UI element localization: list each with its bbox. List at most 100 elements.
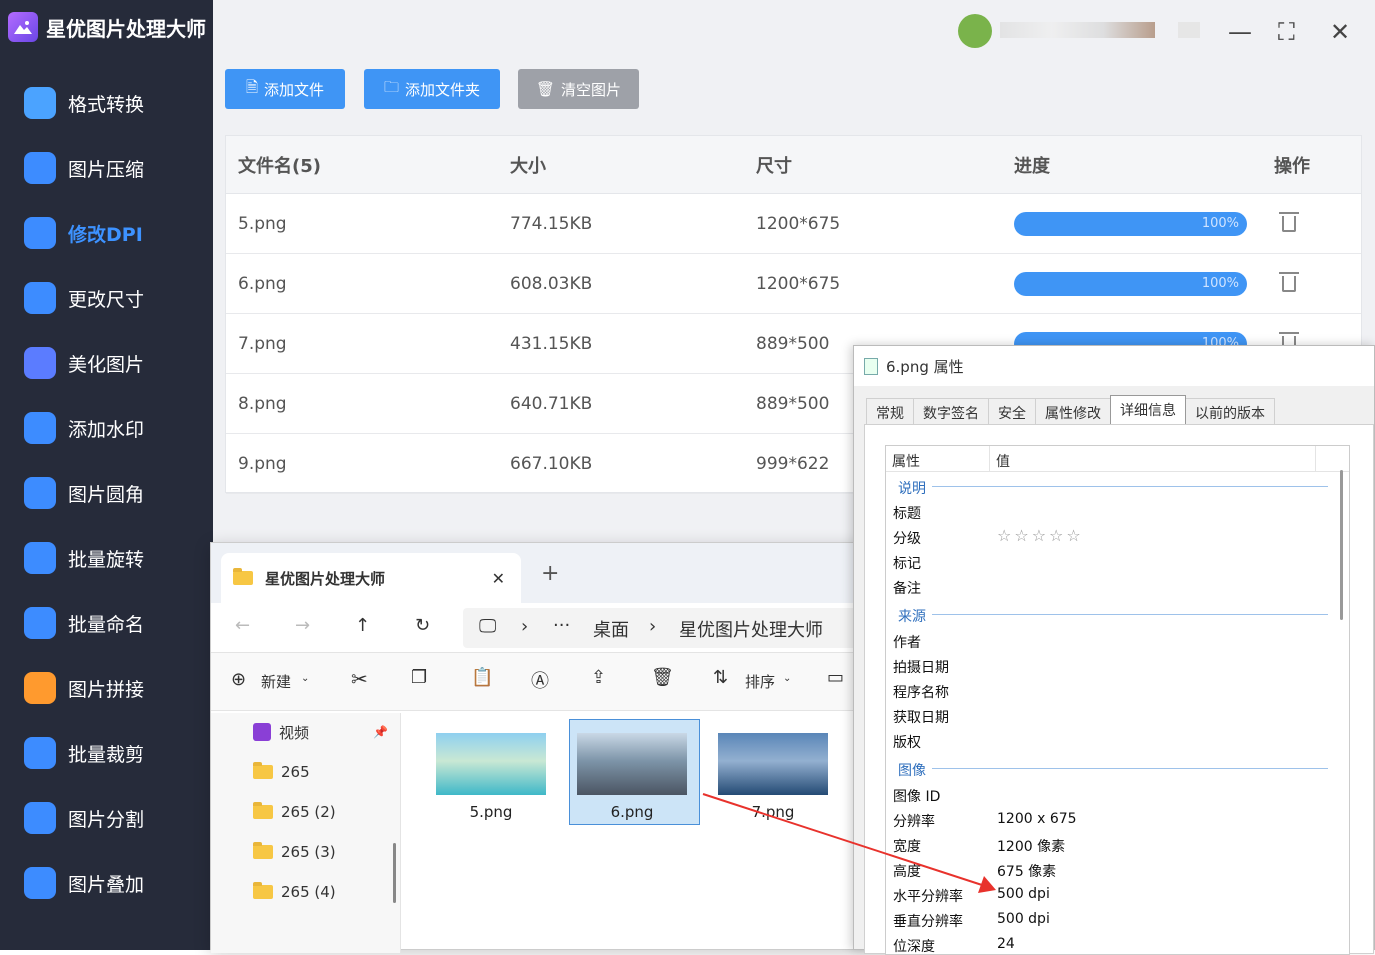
view-icon[interactable]: ▭ bbox=[827, 667, 844, 688]
refresh-icon[interactable]: ↻ bbox=[415, 615, 430, 636]
sidebar-item-2[interactable]: 修改DPI bbox=[24, 213, 143, 253]
breadcrumb-desktop[interactable]: 桌面 bbox=[593, 616, 629, 642]
prop-bit-depth: 位深度 bbox=[893, 939, 935, 955]
copy-icon[interactable]: ❐ bbox=[411, 667, 427, 688]
delete-icon[interactable]: 🗑 bbox=[651, 667, 674, 688]
sort-button[interactable]: 排序 bbox=[745, 671, 775, 692]
folder-icon: 🗀 bbox=[383, 77, 399, 96]
minimize-icon[interactable]: — bbox=[1228, 18, 1252, 46]
sidebar-item-5[interactable]: 添加水印 bbox=[24, 408, 144, 448]
up-icon[interactable]: ↑ bbox=[355, 615, 370, 636]
nav-pane-item[interactable]: 265 bbox=[253, 759, 310, 785]
new-button[interactable]: 新建 bbox=[261, 671, 291, 692]
delete-row-icon[interactable] bbox=[1279, 211, 1299, 232]
sidebar-item-0[interactable]: 格式转换 bbox=[24, 83, 144, 123]
sidebar-item-label: 图片拼接 bbox=[68, 678, 145, 701]
sidebar-item-6[interactable]: 图片圆角 bbox=[24, 473, 144, 513]
new-tab-icon[interactable]: + bbox=[541, 561, 559, 586]
file-thumbnail[interactable] bbox=[718, 733, 828, 795]
sidebar-item-1[interactable]: 图片压缩 bbox=[24, 148, 144, 188]
file-name[interactable]: 7.png bbox=[708, 803, 838, 821]
file-name[interactable]: 6.png bbox=[567, 803, 697, 821]
nav-pane-item[interactable]: 视频 📌 bbox=[253, 719, 388, 745]
table-header: 文件名(5) 大小 尺寸 进度 操作 bbox=[226, 136, 1361, 194]
file-thumbnail[interactable] bbox=[436, 733, 546, 795]
delete-row-icon[interactable] bbox=[1279, 271, 1299, 292]
chevron-right-icon: › bbox=[649, 616, 657, 637]
properties-dialog: 6.png 属性 常规 数字签名 安全 属性修改 详细信息 以前的版本 属性 值 说明 标… bbox=[853, 345, 1375, 955]
file-name[interactable]: 5.png bbox=[426, 803, 556, 821]
section-source: 来源 bbox=[898, 609, 926, 625]
rating-stars[interactable]: ☆☆☆☆☆ bbox=[997, 526, 1084, 545]
file-thumbnail[interactable] bbox=[577, 733, 687, 795]
add-folder-button[interactable]: 🗀 添加文件夹 bbox=[364, 69, 500, 109]
sidebar-item-label: 批量裁剪 bbox=[68, 743, 145, 766]
tab-0[interactable]: 常规 bbox=[866, 398, 914, 424]
sidebar-item-3[interactable]: 更改尺寸 bbox=[24, 278, 144, 318]
tab-4[interactable]: 详细信息 bbox=[1110, 395, 1186, 424]
sidebar-item-10[interactable]: 批量裁剪 bbox=[24, 733, 144, 773]
pin-icon[interactable]: 📌 bbox=[373, 725, 388, 739]
section-divider bbox=[932, 614, 1328, 615]
cell-dimensions: 889*500 bbox=[756, 333, 830, 354]
sidebar-item-label: 添加水印 bbox=[68, 418, 145, 441]
tab-3[interactable]: 属性修改 bbox=[1035, 398, 1111, 424]
details-header: 属性 值 bbox=[886, 446, 1349, 472]
column-property[interactable]: 属性 bbox=[886, 446, 990, 471]
sidebar-item-label: 批量命名 bbox=[68, 613, 145, 636]
sidebar-item-label: 图片分割 bbox=[68, 808, 145, 831]
menu-icon[interactable] bbox=[1178, 22, 1200, 38]
table-row[interactable]: 6.png 608.03KB 1200*675 100% bbox=[226, 254, 1361, 314]
table-row[interactable]: 5.png 774.15KB 1200*675 100% bbox=[226, 194, 1361, 254]
tab-1[interactable]: 数字签名 bbox=[913, 398, 989, 424]
cell-size: 640.71KB bbox=[510, 393, 593, 414]
back-icon[interactable]: ← bbox=[235, 615, 250, 636]
maximize-icon[interactable]: ⛶ bbox=[1278, 18, 1295, 46]
cut-icon[interactable]: ✂ bbox=[351, 667, 368, 691]
cell-dimensions: 889*500 bbox=[756, 393, 830, 414]
sidebar-item-4[interactable]: 美化图片 bbox=[24, 343, 144, 383]
breadcrumb-folder[interactable]: 星优图片处理大师 bbox=[679, 616, 823, 642]
explorer-tab[interactable]: 星优图片处理大师 ✕ bbox=[221, 553, 521, 603]
sidebar-item-7[interactable]: 批量旋转 bbox=[24, 538, 144, 578]
sidebar-item-12[interactable]: 图片叠加 bbox=[24, 863, 144, 903]
explorer-sidebar: 视频 📌 265 265 (2) 265 (3) 265 (4) bbox=[211, 713, 401, 953]
sidebar: 星优图片处理大师 格式转换 图片压缩 修改DPI 更改尺寸 美化图片 添加水印 图片圆角 批量… bbox=[0, 0, 213, 950]
paste-icon[interactable]: 📋 bbox=[471, 667, 493, 688]
sidebar-item-label: 修改DPI bbox=[68, 223, 143, 246]
sidebar-item-8[interactable]: 批量命名 bbox=[24, 603, 144, 643]
sidebar-scrollbar[interactable] bbox=[393, 843, 396, 903]
close-icon[interactable]: ✕ bbox=[1330, 18, 1350, 46]
sidebar-item-label: 图片叠加 bbox=[68, 873, 145, 896]
explorer-toolbar: ⊕ 新建 ⌄ ✂ ❐ 📋 Ⓐ ⇪ 🗑 ⇅ 排序 ⌄ ▭ bbox=[211, 653, 909, 711]
tab-2[interactable]: 安全 bbox=[988, 398, 1036, 424]
forward-icon[interactable]: → bbox=[295, 615, 310, 636]
share-icon[interactable]: ⇪ bbox=[591, 667, 606, 688]
rename-icon[interactable]: Ⓐ bbox=[531, 667, 549, 693]
progress-bar: 100% bbox=[1014, 211, 1247, 236]
clear-images-button[interactable]: 🗑 清空图片 bbox=[518, 69, 639, 109]
details-scrollbar[interactable] bbox=[1340, 470, 1343, 620]
sort-icon: ⇅ bbox=[713, 667, 729, 688]
nav-pane-item[interactable]: 265 (4) bbox=[253, 879, 336, 905]
column-value[interactable]: 值 bbox=[990, 446, 1316, 471]
nav-pane-item[interactable]: 265 (2) bbox=[253, 799, 336, 825]
prop-notes: 备注 bbox=[893, 581, 921, 597]
user-avatar[interactable] bbox=[958, 14, 992, 48]
progress-label: 100% bbox=[1201, 275, 1239, 291]
folder-icon bbox=[253, 882, 273, 899]
tab-close-icon[interactable]: ✕ bbox=[492, 569, 505, 588]
cell-dimensions: 1200*675 bbox=[756, 213, 841, 234]
tab-5[interactable]: 以前的版本 bbox=[1185, 398, 1275, 424]
sidebar-item-11[interactable]: 图片分割 bbox=[24, 798, 144, 838]
breadcrumb-ellipsis[interactable]: ··· bbox=[553, 615, 570, 636]
rename-icon bbox=[24, 607, 56, 639]
split-icon bbox=[24, 802, 56, 834]
prop-program: 程序名称 bbox=[893, 685, 949, 701]
prop-resolution: 分辨率 bbox=[893, 814, 935, 830]
nav-pane-item[interactable]: 265 (3) bbox=[253, 839, 336, 865]
sidebar-item-9[interactable]: 图片拼接 bbox=[24, 668, 144, 708]
add-file-button[interactable]: 🗎 添加文件 bbox=[225, 69, 345, 109]
address-bar[interactable]: 🖵 › ··· 桌面 › 星优图片处理大师 bbox=[463, 608, 913, 648]
explorer-navbar: ← → ↑ ↻ 🖵 › ··· 桌面 › 星优图片处理大师 bbox=[211, 603, 913, 653]
